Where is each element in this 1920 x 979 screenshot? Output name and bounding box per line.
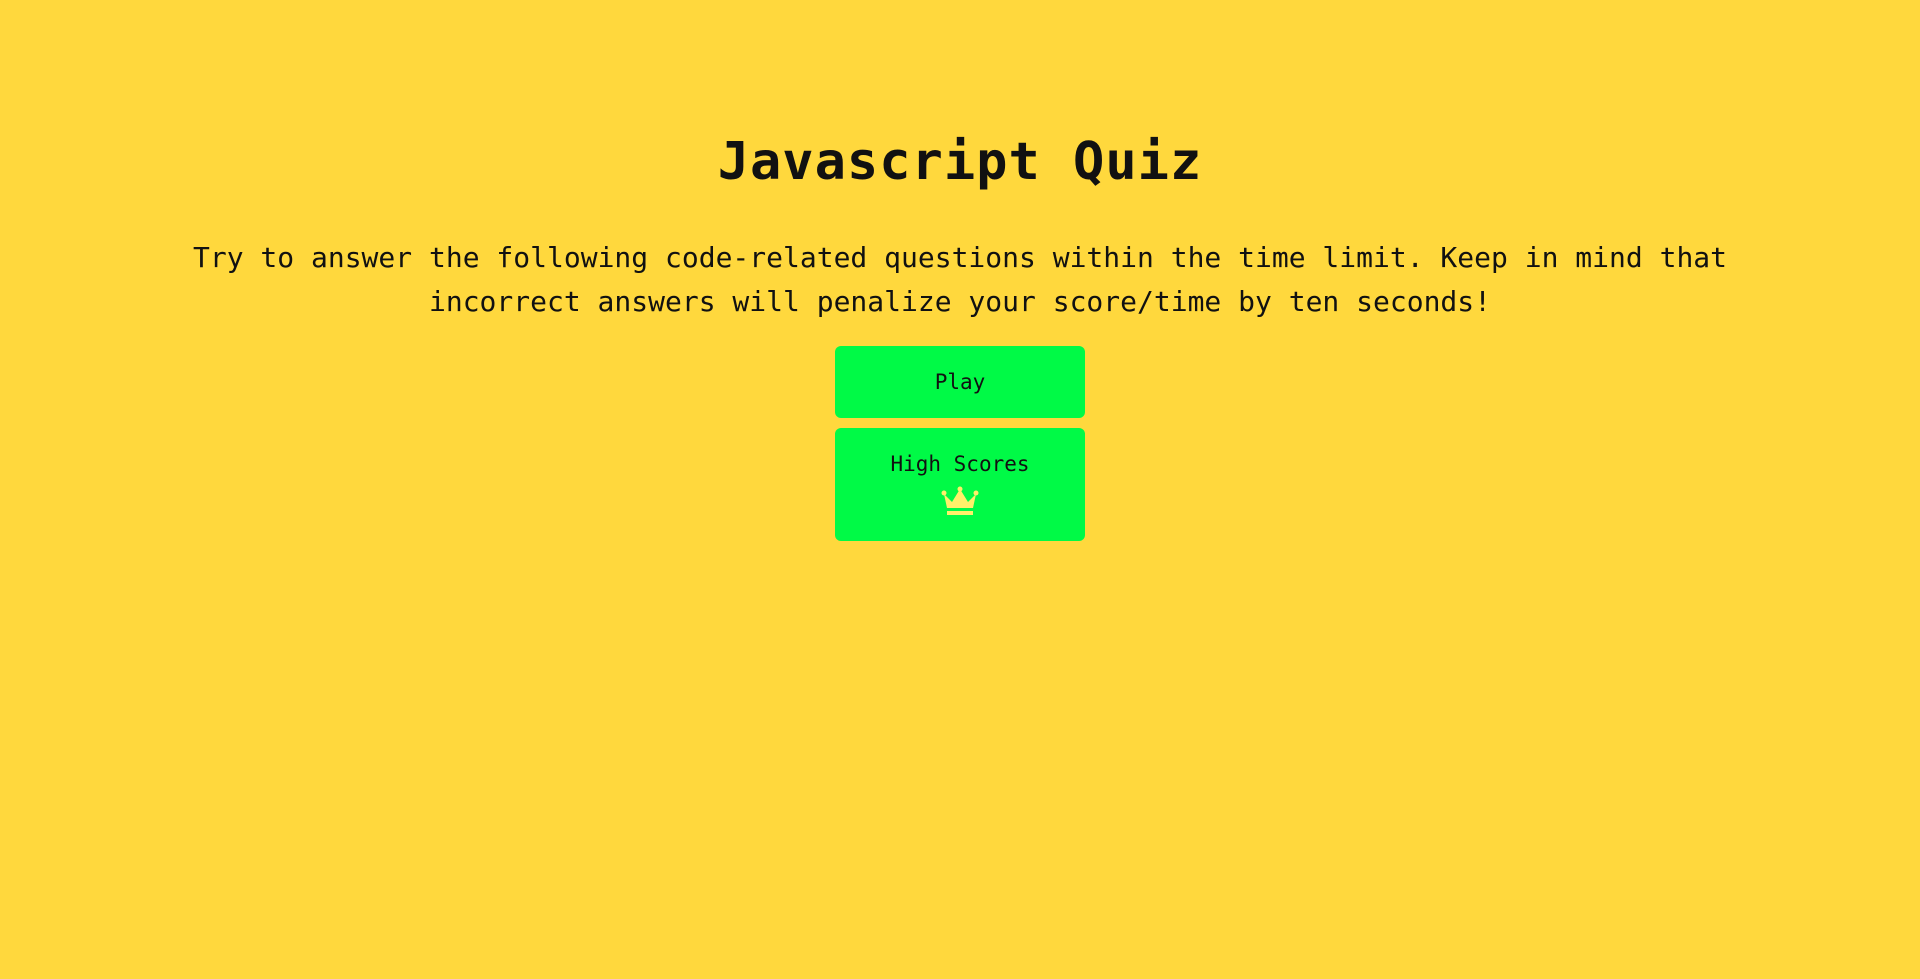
crown-icon xyxy=(941,486,979,515)
high-scores-button[interactable]: High Scores xyxy=(835,428,1085,541)
instructions-text: Try to answer the following code-related… xyxy=(192,241,1728,318)
high-scores-button-label: High Scores xyxy=(890,451,1030,476)
quiz-start-screen: Javascript Quiz Try to answer the follow… xyxy=(0,0,1920,979)
play-button[interactable]: Play xyxy=(835,346,1085,418)
play-button-label: Play xyxy=(934,370,986,394)
page-title: Javascript Quiz xyxy=(717,132,1203,192)
